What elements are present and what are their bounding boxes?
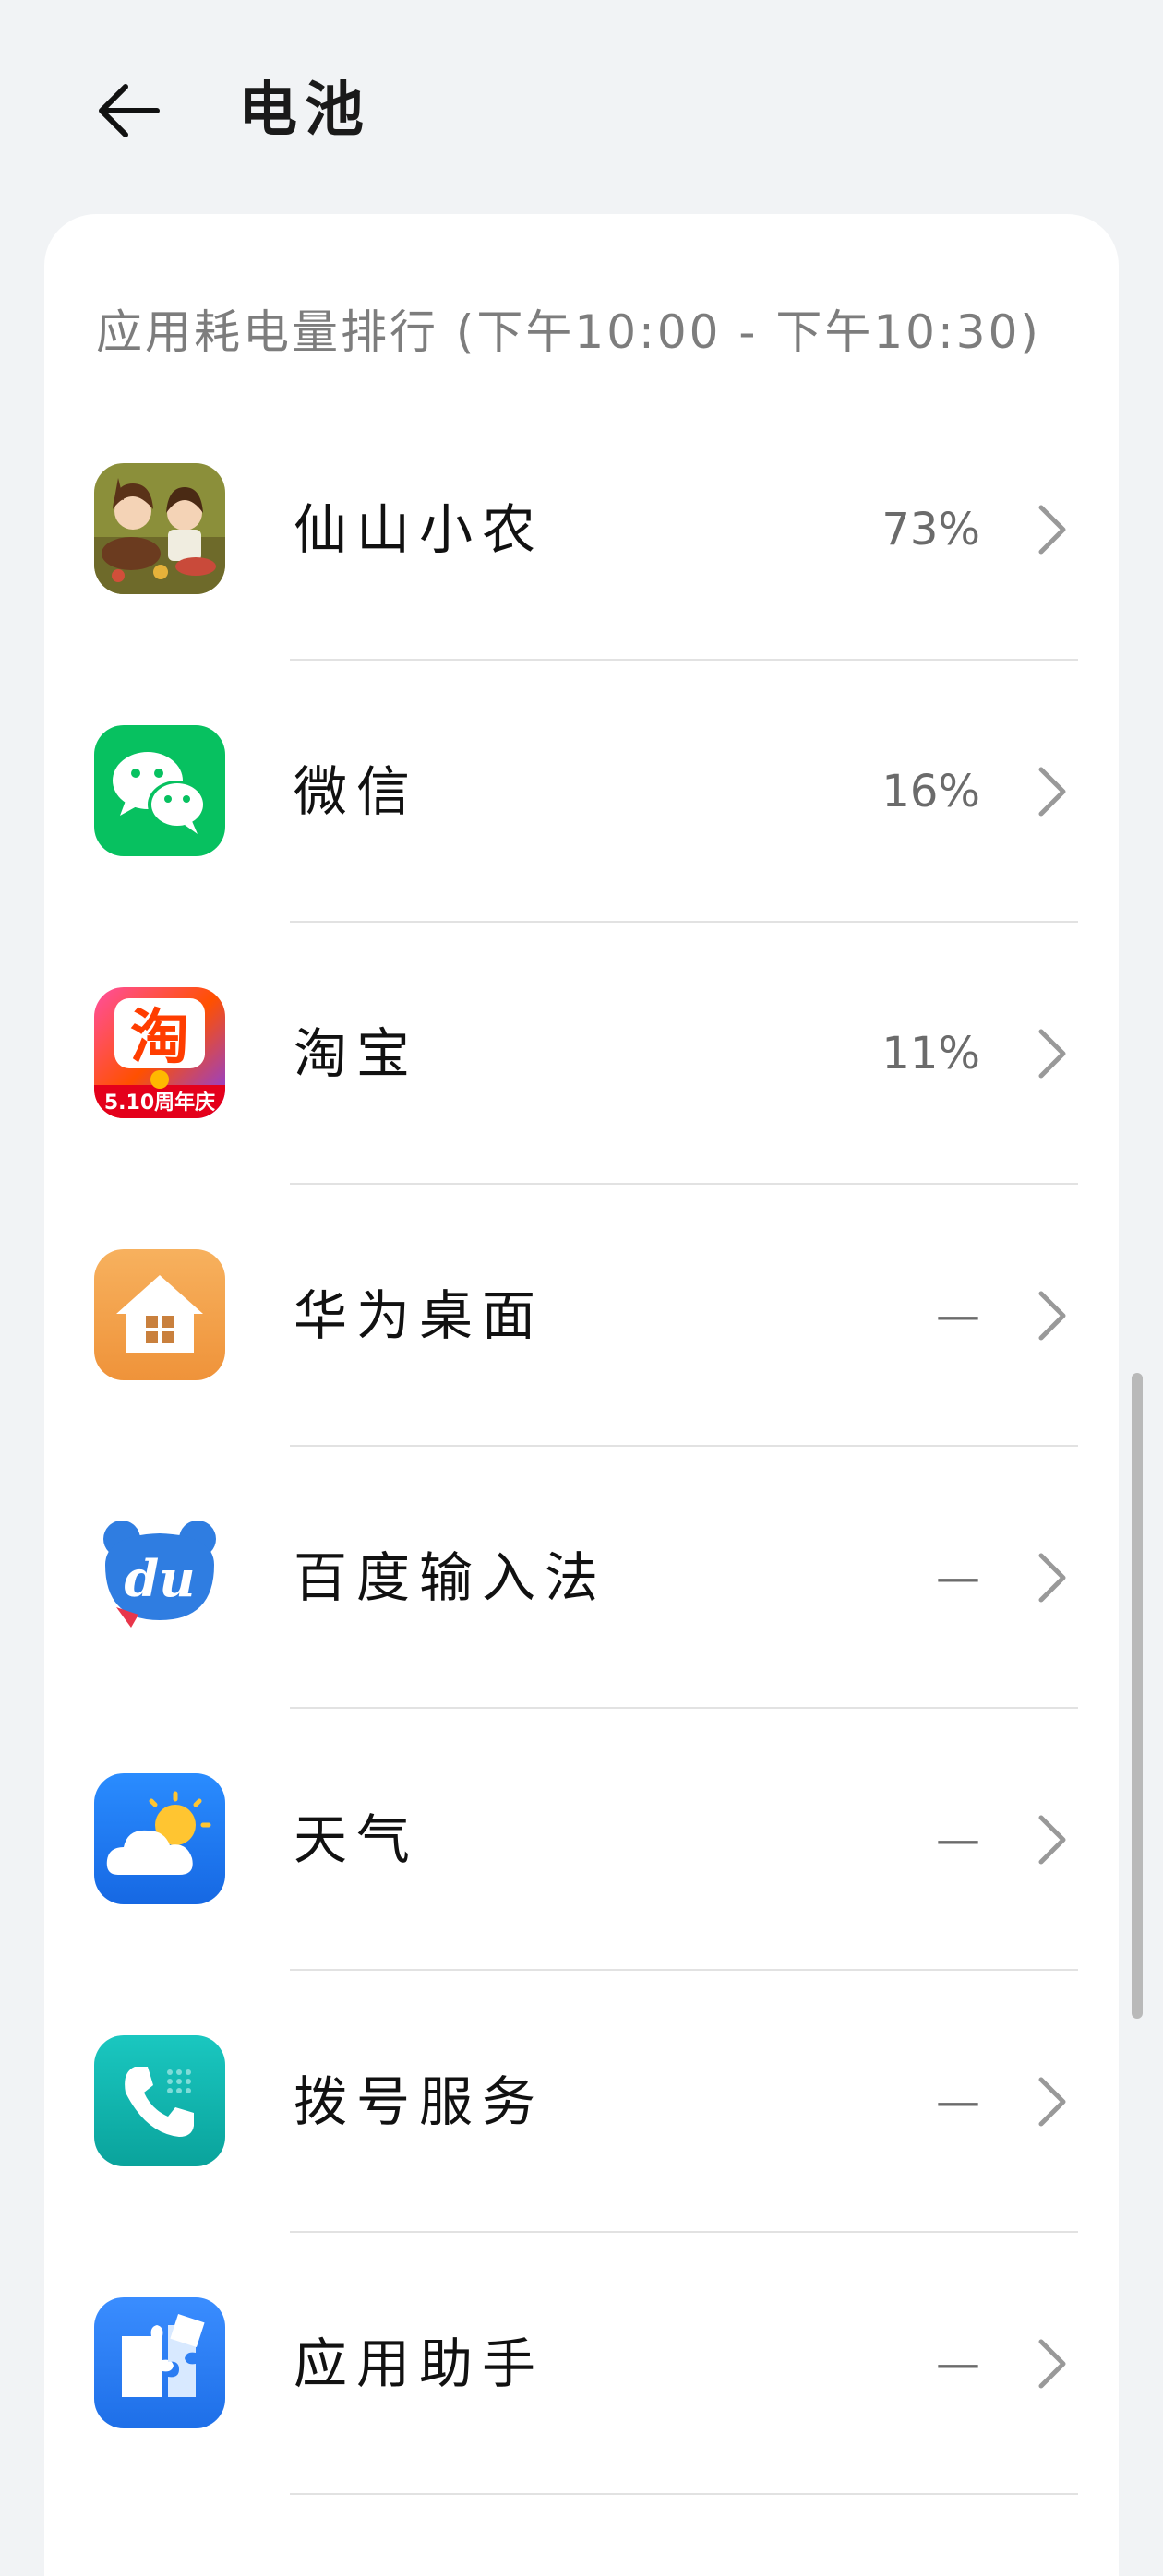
app-row-taobao[interactable]: 淘 5.10周年庆 淘宝 11% bbox=[44, 923, 1119, 1185]
app-row-phone-dialer[interactable]: 拨号服务 — bbox=[44, 1971, 1119, 2233]
app-name: 百度输入法 bbox=[294, 1546, 608, 1609]
weather-icon bbox=[94, 1773, 225, 1904]
back-button[interactable] bbox=[85, 66, 174, 155]
app-usage-percent: — bbox=[936, 1552, 980, 1604]
divider bbox=[290, 2493, 1078, 2495]
app-name: 拨号服务 bbox=[294, 2070, 546, 2133]
section-title: 应用耗电量排行 (下午10:00 - 下午10:30) bbox=[96, 305, 1041, 359]
chevron-right-icon bbox=[1038, 2339, 1066, 2389]
app-assistant-puzzle-icon bbox=[94, 2297, 225, 2428]
app-row-app-assistant[interactable]: 应用助手 — bbox=[44, 2233, 1119, 2495]
app-usage-percent: — bbox=[936, 2076, 980, 2128]
app-name: 仙山小农 bbox=[294, 498, 546, 561]
app-usage-list: 仙山小农 73% 微信 16% 淘 5.10周年庆 淘宝 11% 华为桌面 — … bbox=[44, 399, 1119, 2495]
chevron-right-icon bbox=[1038, 505, 1066, 555]
app-name: 淘宝 bbox=[294, 1022, 420, 1085]
xianshan-xiaonong-game-icon bbox=[94, 463, 225, 594]
app-usage-percent: 16% bbox=[881, 766, 980, 817]
app-name: 应用助手 bbox=[294, 2332, 546, 2395]
chevron-right-icon bbox=[1038, 1815, 1066, 1865]
arrow-left-icon bbox=[99, 84, 160, 137]
chevron-right-icon bbox=[1038, 2077, 1066, 2127]
app-row-wechat[interactable]: 微信 16% bbox=[44, 661, 1119, 923]
taobao-badge-text: 5.10周年庆 bbox=[104, 1091, 215, 1115]
app-name: 天气 bbox=[294, 1808, 420, 1871]
app-name: 微信 bbox=[294, 760, 420, 823]
wechat-icon bbox=[94, 725, 225, 856]
app-usage-percent: 11% bbox=[881, 1028, 980, 1079]
baidu-input-icon: du bbox=[94, 1511, 225, 1642]
app-usage-percent: 73% bbox=[881, 504, 980, 555]
app-usage-percent: — bbox=[936, 2338, 980, 2390]
chevron-right-icon bbox=[1038, 1291, 1066, 1341]
scrollbar[interactable] bbox=[1132, 1373, 1143, 2019]
page-title: 电池 bbox=[238, 77, 371, 145]
top-bar: 电池 bbox=[0, 0, 1163, 214]
app-row-weather[interactable]: 天气 — bbox=[44, 1709, 1119, 1971]
app-row-huawei-launcher[interactable]: 华为桌面 — bbox=[44, 1185, 1119, 1447]
app-usage-percent: — bbox=[936, 1290, 980, 1342]
app-name: 华为桌面 bbox=[294, 1284, 546, 1347]
app-row-xianshan-xiaonong[interactable]: 仙山小农 73% bbox=[44, 399, 1119, 661]
app-usage-percent: — bbox=[936, 1814, 980, 1866]
baidu-icon-text: du bbox=[124, 1549, 195, 1608]
chevron-right-icon bbox=[1038, 1029, 1066, 1079]
huawei-launcher-home-icon bbox=[94, 1249, 225, 1380]
taobao-icon: 淘 5.10周年庆 bbox=[94, 987, 225, 1118]
phone-dialer-icon bbox=[94, 2035, 225, 2166]
chevron-right-icon bbox=[1038, 767, 1066, 817]
app-row-baidu-input[interactable]: du 百度输入法 — bbox=[44, 1447, 1119, 1709]
chevron-right-icon bbox=[1038, 1553, 1066, 1603]
svg-text:淘: 淘 bbox=[130, 1004, 189, 1072]
